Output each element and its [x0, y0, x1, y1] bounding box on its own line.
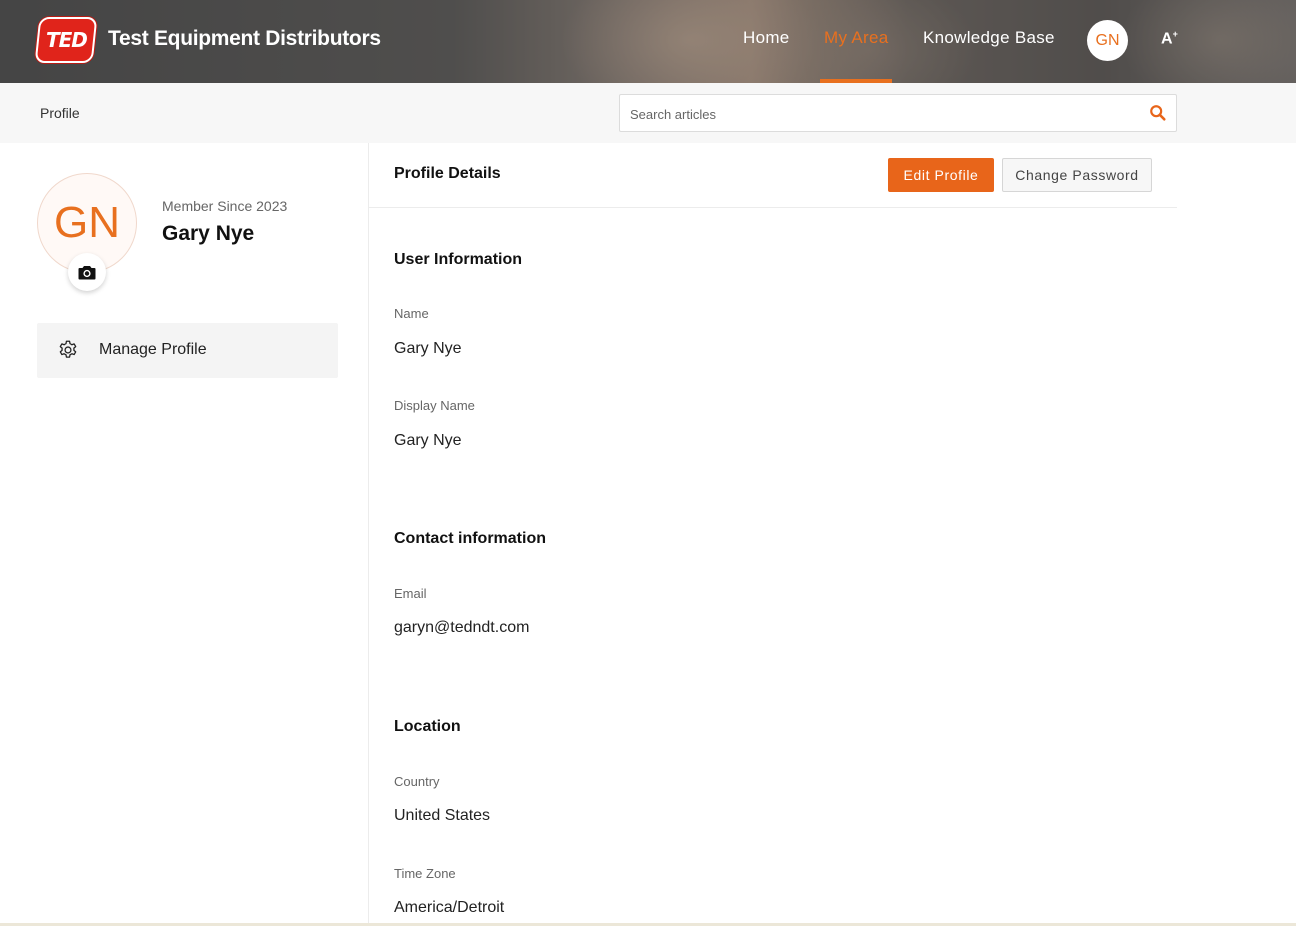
accessibility-icon[interactable]: A+ [1161, 29, 1178, 48]
search-input[interactable] [630, 104, 1130, 124]
top-header: TED Test Equipment Distributors Home My … [0, 0, 1296, 83]
field-value-email: garyn@tedndt.com [394, 619, 530, 636]
field-value-country: United States [394, 807, 491, 824]
member-since: Member Since 2023 [162, 198, 288, 214]
field-label-email: Email [394, 586, 427, 601]
logo-text: TED [45, 28, 87, 52]
section-title-contact-information: Contact information [394, 530, 546, 547]
member-name: Gary Nye [162, 222, 255, 245]
nav-home[interactable]: Home [743, 28, 790, 48]
search-box [619, 94, 1177, 132]
field-label-display-name: Display Name [394, 398, 475, 413]
accessibility-label: A [1161, 30, 1173, 48]
brand-name[interactable]: Test Equipment Distributors [108, 27, 381, 51]
user-avatar-button[interactable]: GN [1087, 20, 1128, 61]
field-value-display-name: Gary Nye [394, 432, 462, 449]
search-icon[interactable] [1149, 104, 1167, 122]
nav-my-area[interactable]: My Area [824, 28, 888, 48]
field-label-name: Name [394, 306, 429, 321]
gear-icon [59, 340, 77, 358]
manage-profile-menu-item[interactable]: Manage Profile [37, 323, 338, 378]
sub-header: Profile [0, 83, 1296, 143]
edit-profile-button[interactable]: Edit Profile [888, 158, 994, 192]
manage-profile-label: Manage Profile [99, 341, 207, 358]
change-photo-button[interactable] [68, 253, 106, 291]
logo[interactable]: TED [34, 17, 98, 63]
camera-icon [78, 265, 96, 279]
field-value-time-zone: America/Detroit [394, 899, 505, 916]
profile-sidebar: GN Member Since 2023 Gary Nye Manage Pro… [0, 143, 369, 926]
change-password-button[interactable]: Change Password [1002, 158, 1152, 192]
nav-knowledge-base[interactable]: Knowledge Base [923, 28, 1055, 48]
page-title: Profile Details [394, 165, 501, 182]
profile-details-header: Profile Details Edit Profile Change Pass… [369, 143, 1177, 208]
field-value-name: Gary Nye [394, 340, 462, 357]
field-label-time-zone: Time Zone [394, 866, 456, 881]
section-title-user-information: User Information [394, 251, 523, 268]
section-title-location: Location [394, 718, 461, 735]
field-label-country: Country [394, 774, 440, 789]
breadcrumb: Profile [40, 105, 80, 121]
